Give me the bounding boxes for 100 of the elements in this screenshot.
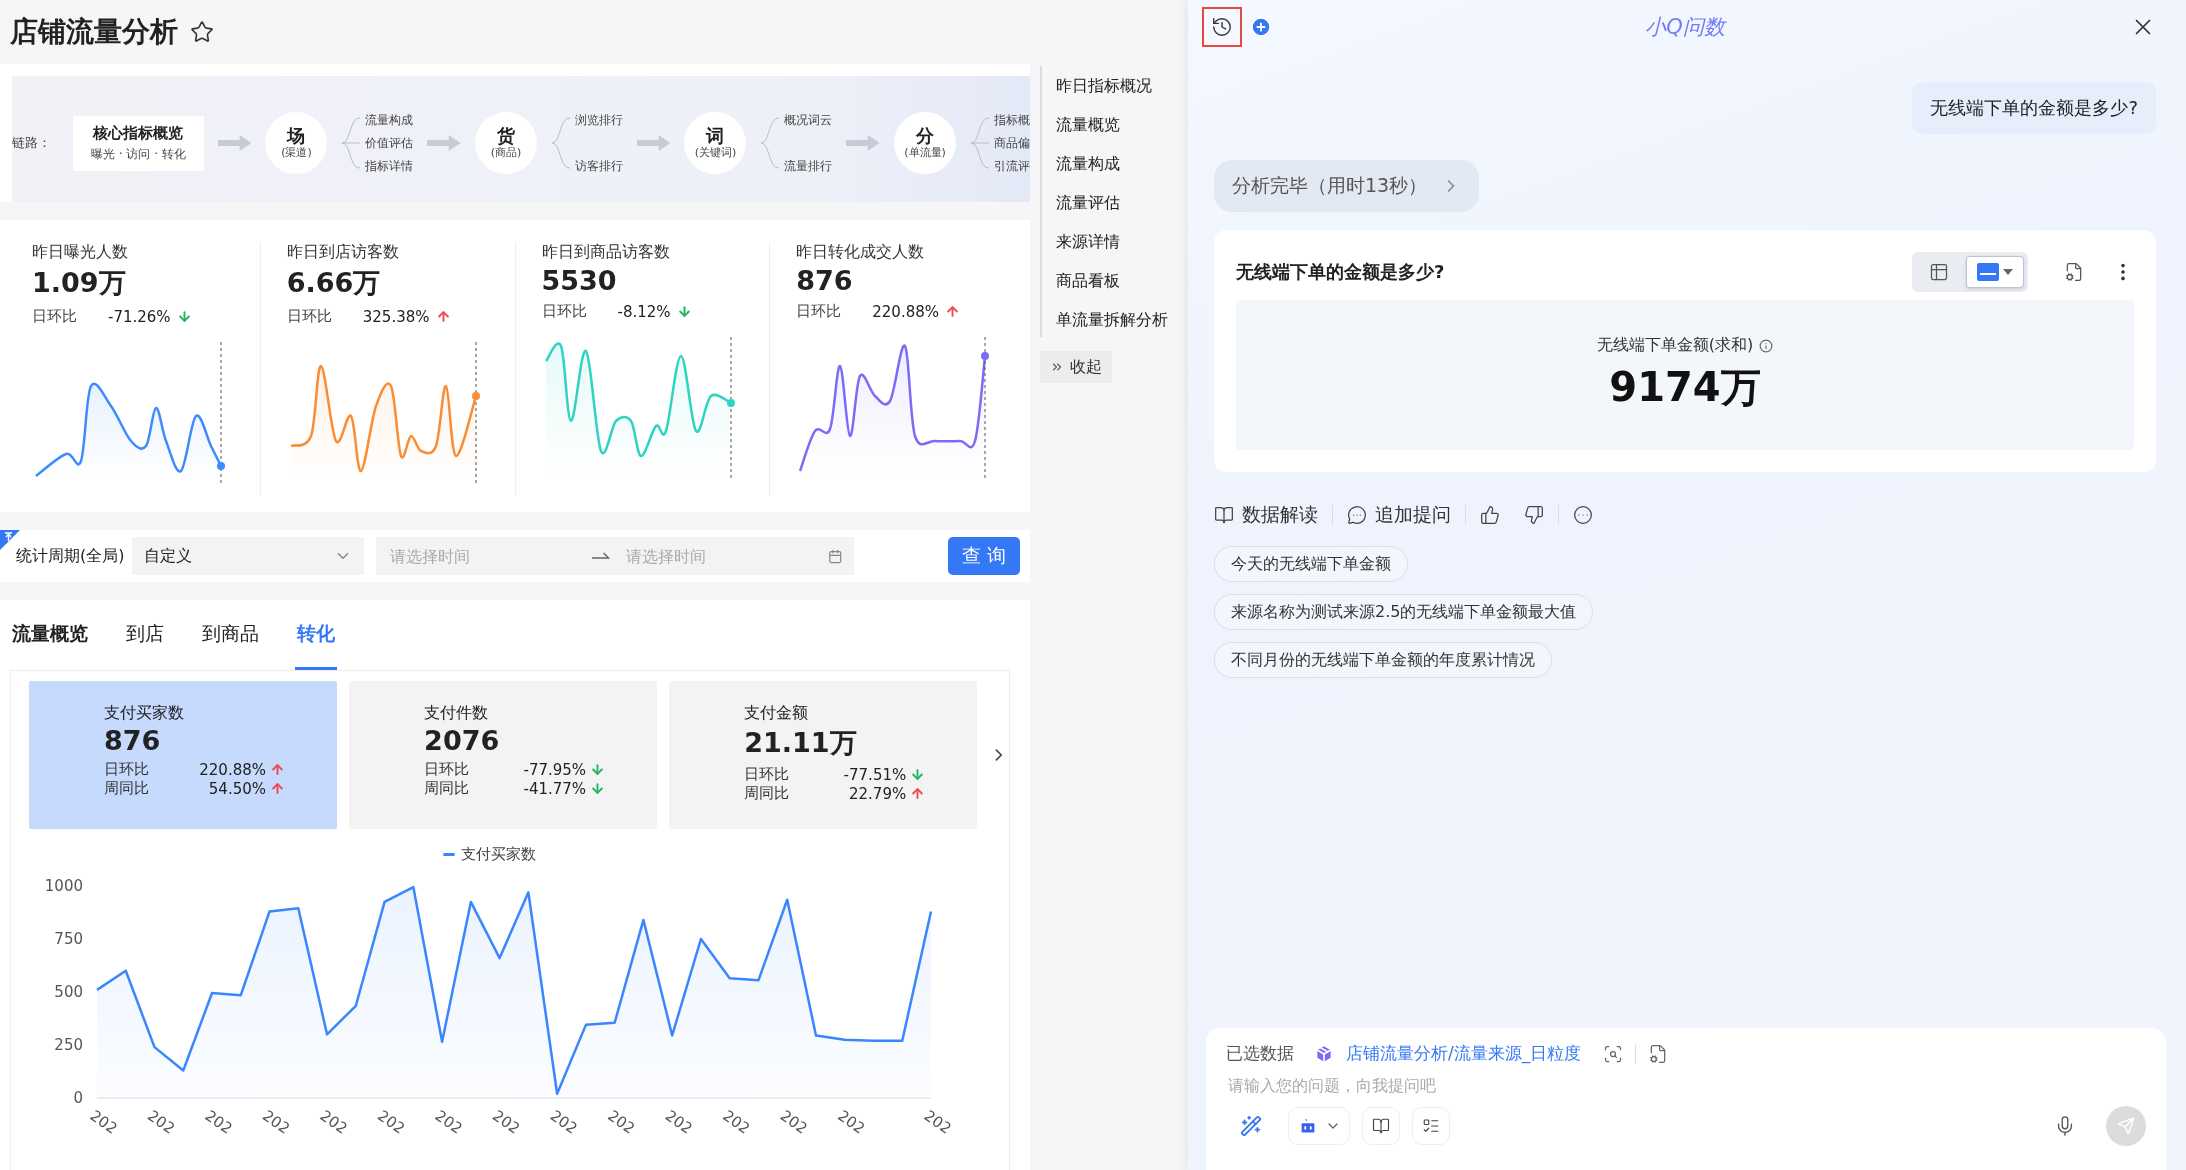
- send-icon: [2117, 1117, 2135, 1135]
- flow-lead-label: 链路：: [12, 134, 51, 152]
- x-axis-label: 202: [316, 1106, 351, 1138]
- thumbs-down-icon[interactable]: [1524, 505, 1544, 525]
- new-chat-icon[interactable]: [1250, 16, 1272, 38]
- nav-link[interactable]: 来源详情: [1056, 232, 1180, 253]
- kpi-title: 支付金额: [744, 703, 810, 724]
- branch-label: 访客排行: [574, 160, 623, 172]
- double-chevron-icon: [1050, 360, 1064, 374]
- selected-data-label: 已选数据: [1226, 1042, 1294, 1065]
- kpi-card[interactable]: 支付金额 21.11万 日环比 -77.51% 周同比 22.79%: [669, 681, 978, 829]
- info-icon[interactable]: [1759, 338, 1774, 353]
- kpi-change-label: 周同比: [744, 784, 791, 803]
- favorite-star-icon[interactable]: [190, 20, 214, 44]
- query-button[interactable]: 查 询: [947, 537, 1020, 575]
- question-input[interactable]: 请输入您的问题，向我提问吧: [1226, 1075, 2146, 1096]
- tab[interactable]: 流量概览: [10, 600, 90, 670]
- metric-value: 1.09万: [32, 266, 127, 301]
- kpi-change-label: 周同比: [104, 779, 150, 798]
- y-axis-label: 750: [54, 930, 83, 948]
- thumbs-up-icon[interactable]: [1480, 505, 1500, 525]
- page-title: 店铺流量分析: [10, 14, 178, 50]
- core-subtitle: 曝光 · 访问 · 转化: [91, 145, 186, 163]
- nav-link[interactable]: 昨日指标概况: [1056, 76, 1180, 97]
- date-range-field[interactable]: 请选择时间 请选择时间: [376, 537, 855, 575]
- branch-label: 流量构成: [365, 114, 414, 126]
- x-axis-label: 202: [661, 1106, 696, 1138]
- view-toggle[interactable]: [1966, 256, 2024, 288]
- list-button[interactable]: [1412, 1107, 1450, 1145]
- dataset-link[interactable]: 店铺流量分析/流量来源_日粒度: [1346, 1042, 1582, 1065]
- more-icon[interactable]: [1573, 505, 1593, 525]
- action-button[interactable]: 追加提问: [1347, 502, 1451, 528]
- book-icon: [1372, 1117, 1390, 1135]
- x-axis-label: 202: [834, 1106, 869, 1138]
- change-value: -8.12%: [617, 302, 671, 321]
- start-date-input[interactable]: 请选择时间: [388, 545, 579, 567]
- kpi-card[interactable]: 支付买家数 876 日环比 220.88% 周同比 54.50%: [29, 681, 338, 829]
- tab[interactable]: 到店: [124, 600, 166, 670]
- knowledge-button[interactable]: [1362, 1107, 1400, 1145]
- x-axis-label: 202: [920, 1106, 955, 1138]
- change-label: 日环比: [541, 302, 588, 322]
- change-label: 日环比: [286, 307, 333, 327]
- kpi-change-label: 日环比: [104, 760, 150, 779]
- nav-link[interactable]: 流量评估: [1056, 193, 1180, 214]
- history-icon: [1211, 16, 1233, 38]
- node-subtitle: (商品): [490, 146, 522, 161]
- x-axis-label: 202: [86, 1106, 121, 1138]
- node-title: 词: [706, 125, 725, 146]
- history-button[interactable]: [1202, 7, 1242, 47]
- branch-label: 商品偏: [994, 137, 1030, 149]
- x-axis-label: 202: [259, 1106, 294, 1138]
- nav-link[interactable]: 商品看板: [1056, 271, 1180, 292]
- node-subtitle: (渠道): [281, 145, 312, 161]
- preview-icon[interactable]: [1603, 1043, 1624, 1064]
- cube-icon: [1314, 1043, 1334, 1064]
- analysis-status-button[interactable]: 分析完毕（用时13秒）: [1214, 160, 1480, 212]
- kpi-change-label: 周同比: [424, 779, 471, 798]
- table-icon: [1929, 262, 1949, 282]
- branch-label: 流量排行: [784, 160, 833, 172]
- kpi-title: 支付买家数: [104, 703, 185, 724]
- metric-value: 5530: [541, 265, 618, 297]
- suggestion-chip[interactable]: 来源名称为测试来源2.5的无线端下单金额最大值: [1214, 594, 1594, 630]
- kpi-card[interactable]: 支付件数 2076 日环比 -77.95% 周同比 -41.77%: [349, 681, 658, 829]
- x-axis-label: 202: [776, 1106, 811, 1138]
- branch-label: 指标概: [994, 114, 1030, 126]
- nav-link[interactable]: 单流量拆解分析: [1056, 310, 1180, 331]
- model-select[interactable]: [1288, 1107, 1350, 1145]
- bracket-drawing: [341, 114, 362, 172]
- end-dot: [217, 462, 225, 471]
- tab[interactable]: 到商品: [200, 600, 261, 670]
- metric-value: 876: [796, 265, 854, 297]
- end-dot: [726, 399, 735, 408]
- end-date-input[interactable]: 请选择时间: [623, 545, 814, 567]
- period-select[interactable]: 自定义: [132, 537, 365, 575]
- action-button[interactable]: 数据解读: [1214, 502, 1318, 528]
- branch-label: 价值评估: [365, 137, 414, 149]
- sparkle-wand-icon[interactable]: [1240, 1115, 1262, 1137]
- result-question: 无线端下单的金额是多少?: [1236, 260, 1446, 284]
- legend-label: 支付买家数: [460, 845, 536, 864]
- bracket-drawing: [760, 114, 781, 172]
- result-metric-value: 9174万: [1609, 363, 1761, 412]
- nav-link[interactable]: 流量概览: [1056, 115, 1180, 136]
- metric-label: 昨日转化成交人数: [796, 242, 926, 264]
- y-axis-label: 1000: [44, 877, 83, 895]
- x-axis-label: 202: [604, 1106, 639, 1138]
- calendar-icon: [827, 548, 843, 564]
- change-label: 日环比: [32, 307, 78, 327]
- change-value: 325.38%: [362, 307, 430, 326]
- suggestion-chip[interactable]: 今天的无线端下单金额: [1214, 546, 1408, 582]
- book-icon: [1214, 505, 1234, 525]
- tab[interactable]: 转化: [295, 600, 337, 670]
- node-title: 场: [287, 125, 306, 146]
- collapse-button[interactable]: 收起: [1040, 351, 1112, 383]
- metric-label: 昨日到店访客数: [286, 242, 400, 264]
- nav-link[interactable]: 流量构成: [1056, 154, 1180, 175]
- period-label: 统计周期(全局): [16, 545, 125, 567]
- suggestion-chip[interactable]: 不同月份的无线端下单金额的年度累计情况: [1214, 642, 1552, 678]
- change-value: 220.88%: [872, 302, 939, 321]
- kpi-title: 支付件数: [424, 703, 490, 724]
- x-axis-label: 202: [201, 1106, 236, 1138]
